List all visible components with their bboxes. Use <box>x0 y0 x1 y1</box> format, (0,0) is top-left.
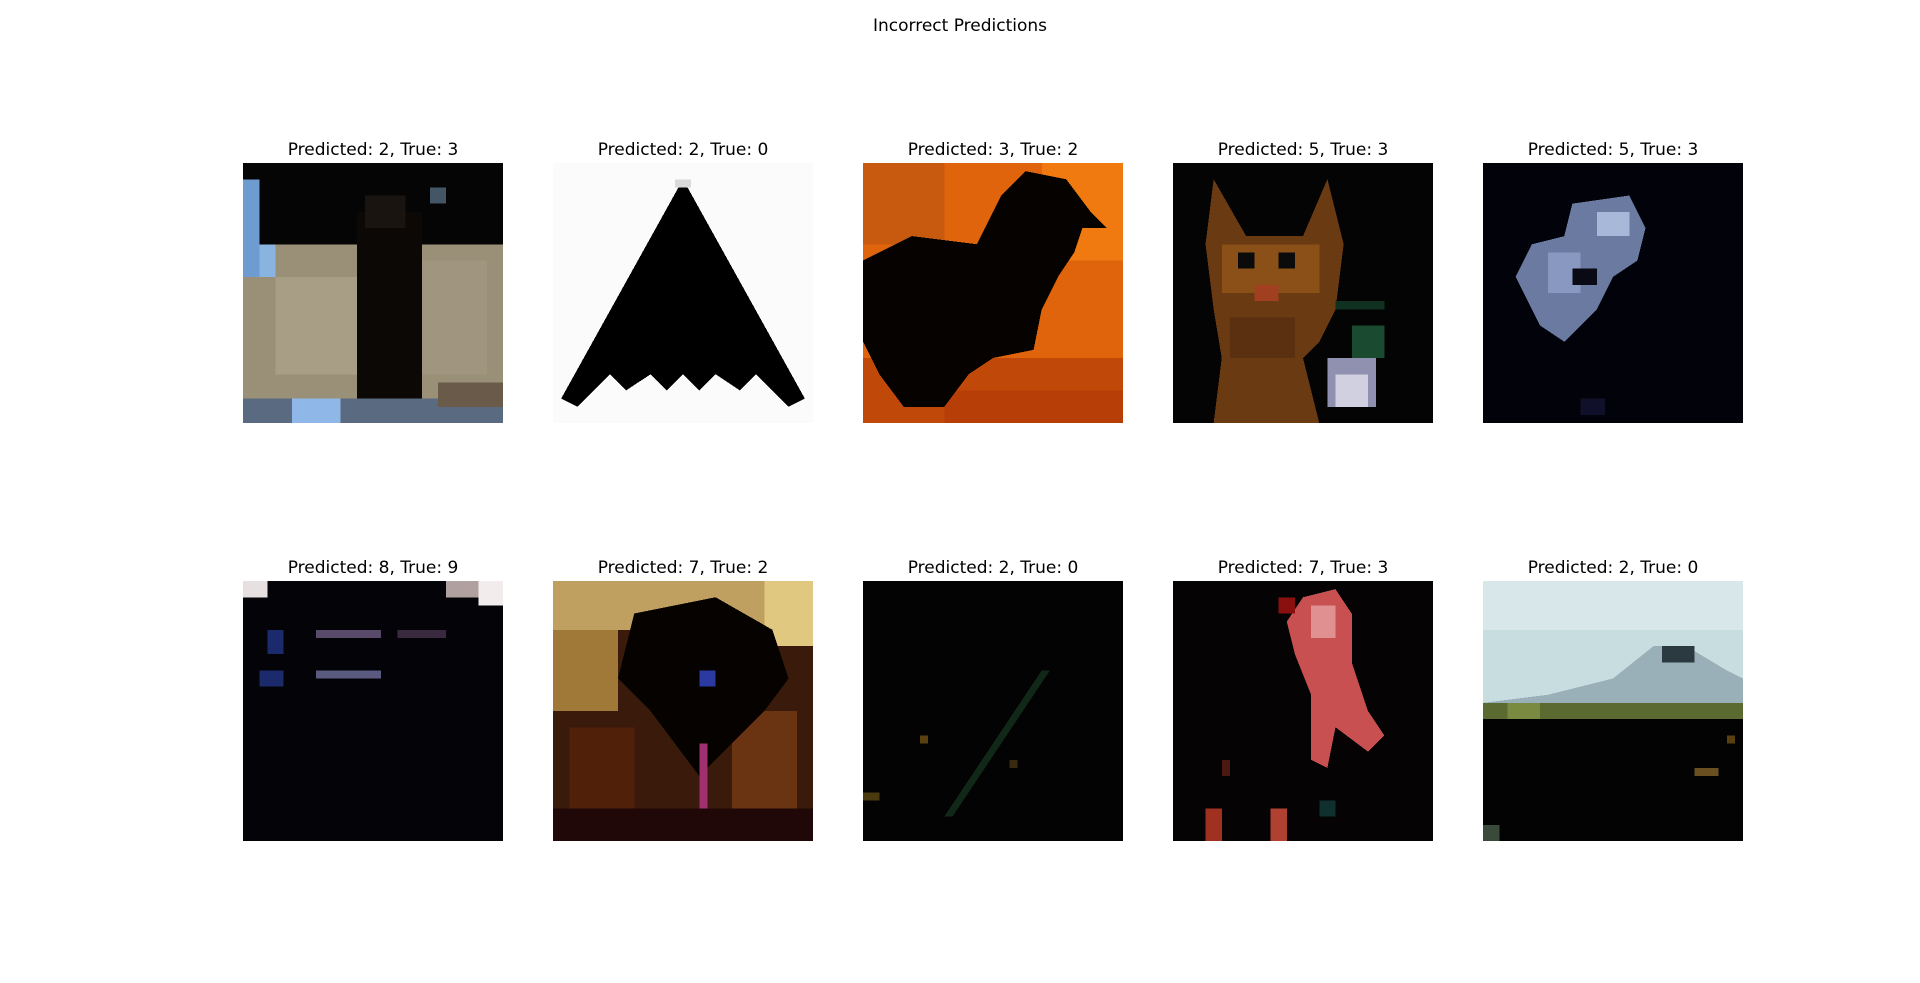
panel-7-image <box>553 581 813 841</box>
panel-3-image <box>863 163 1123 423</box>
panel-8-image <box>863 581 1123 841</box>
panel-2-image <box>553 163 813 423</box>
panel-7-title: Predicted: 7, True: 2 <box>597 558 769 578</box>
panel-10-title: Predicted: 2, True: 0 <box>1527 558 1699 578</box>
panel-5-title: Predicted: 5, True: 3 <box>1527 140 1699 160</box>
panel-2-title: Predicted: 2, True: 0 <box>597 140 769 160</box>
panel-5-image <box>1483 163 1743 423</box>
panel-8-title: Predicted: 2, True: 0 <box>907 558 1079 578</box>
figure-title: Incorrect Predictions <box>872 16 1048 36</box>
panel-6-title: Predicted: 8, True: 9 <box>287 558 459 578</box>
panel-9-image <box>1173 581 1433 841</box>
panel-10-image <box>1483 581 1743 841</box>
panel-1-image <box>243 163 503 423</box>
panel-3-title: Predicted: 3, True: 2 <box>907 140 1079 160</box>
panel-1-title: Predicted: 2, True: 3 <box>287 140 459 160</box>
panel-4-image <box>1173 163 1433 423</box>
panel-9-title: Predicted: 7, True: 3 <box>1217 558 1389 578</box>
panel-4-title: Predicted: 5, True: 3 <box>1217 140 1389 160</box>
panel-6-image <box>243 581 503 841</box>
